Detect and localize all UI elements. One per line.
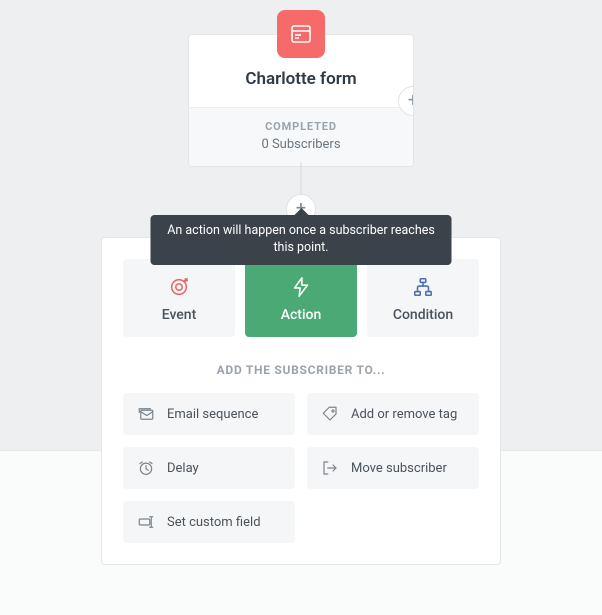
tab-event[interactable]: Event <box>123 259 235 337</box>
exit-arrow-icon <box>319 459 341 477</box>
option-tag[interactable]: Add or remove tag <box>307 393 479 435</box>
tab-label: Event <box>129 307 229 323</box>
section-title: ADD THE SUBSCRIBER TO... <box>123 363 479 377</box>
tag-icon <box>319 405 341 423</box>
options-grid: Email sequence Add or remove tag <box>123 393 479 543</box>
tab-action[interactable]: Action <box>245 259 357 337</box>
option-move-subscriber[interactable]: Move subscriber <box>307 447 479 489</box>
tooltip: An action will happen once a subscriber … <box>151 215 452 265</box>
option-label: Set custom field <box>167 515 261 530</box>
split-icon <box>373 275 473 299</box>
tab-condition[interactable]: Condition <box>367 259 479 337</box>
trigger-subscribers: 0 Subscribers <box>199 137 403 152</box>
option-label: Email sequence <box>167 407 258 422</box>
tab-row: Event Action <box>123 259 479 337</box>
option-label: Add or remove tag <box>351 407 457 422</box>
option-label: Delay <box>167 461 199 476</box>
trigger-node[interactable]: Charlotte form COMPLETED 0 Subscribers + <box>188 34 414 167</box>
option-label: Move subscriber <box>351 461 447 476</box>
option-delay[interactable]: Delay <box>123 447 295 489</box>
field-icon <box>135 513 157 531</box>
tooltip-text: An action will happen once a subscriber … <box>167 223 435 255</box>
option-set-custom-field[interactable]: Set custom field <box>123 501 295 543</box>
form-icon <box>277 10 325 58</box>
trigger-status: COMPLETED <box>199 120 403 133</box>
lightning-icon <box>251 275 351 299</box>
tab-label: Condition <box>373 307 473 323</box>
option-email-sequence[interactable]: Email sequence <box>123 393 295 435</box>
tab-label: Action <box>251 307 351 323</box>
envelope-stack-icon <box>135 405 157 423</box>
step-picker-panel: Event Action <box>101 237 501 565</box>
target-icon <box>129 275 229 299</box>
clock-icon <box>135 459 157 477</box>
